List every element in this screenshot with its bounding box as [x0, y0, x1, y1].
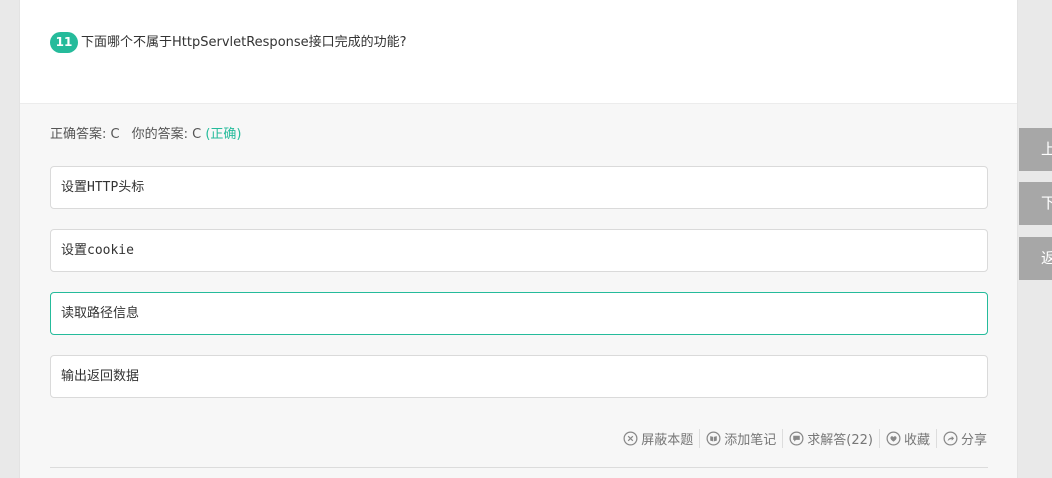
prev-question-button[interactable]: 上 — [1019, 128, 1052, 171]
prev-question-label: 上 — [1041, 140, 1052, 158]
book-icon — [706, 431, 721, 445]
add-note-label: 添加笔记 — [724, 432, 777, 448]
add-note-button[interactable]: 添加笔记 — [699, 428, 782, 448]
ask-answer-button[interactable]: 求解答(22) — [782, 428, 879, 448]
favorite-label: 收藏 — [903, 432, 930, 448]
question-header: 11 下面哪个不属于HttpServletResponse接口完成的功能? — [20, 0, 1017, 104]
answer-summary: 正确答案: C 你的答案: C (正确) — [50, 126, 241, 144]
share-button[interactable]: 分享 — [935, 428, 987, 448]
next-question-label: 下 — [1041, 194, 1052, 212]
next-question-button[interactable]: 下 — [1019, 182, 1052, 225]
option-b[interactable]: 设置cookie — [50, 229, 988, 272]
correct-answer-label: 正确答案: C — [50, 127, 120, 142]
favorite-button[interactable]: 收藏 — [878, 428, 936, 448]
option-a[interactable]: 设置HTTP头标 — [50, 166, 988, 209]
back-button[interactable]: 返 — [1019, 237, 1052, 280]
option-c[interactable]: 读取路径信息 — [50, 292, 988, 335]
share-label: 分享 — [960, 432, 987, 448]
block-question-label: 屏蔽本题 — [641, 432, 694, 448]
your-answer-label: 你的答案: C — [131, 127, 202, 142]
divider — [50, 467, 988, 468]
block-question-button[interactable]: 屏蔽本题 — [617, 429, 699, 448]
question-text: 下面哪个不属于HttpServletResponse接口完成的功能? — [81, 35, 407, 50]
back-label: 返 — [1041, 249, 1052, 267]
option-d[interactable]: 输出返回数据 — [50, 355, 988, 398]
share-icon — [943, 431, 958, 445]
close-circle-icon — [623, 431, 638, 445]
heart-icon — [886, 431, 901, 445]
ask-answer-label: 求解答(22) — [807, 432, 873, 448]
question-card: 11 下面哪个不属于HttpServletResponse接口完成的功能? 正确… — [19, 0, 1018, 478]
chat-icon — [789, 431, 804, 445]
question-number-badge: 11 — [50, 32, 78, 53]
action-bar: 屏蔽本题 添加笔记 求解答(22) 收藏 分享 — [617, 428, 987, 448]
answer-status: (正确) — [205, 127, 242, 142]
